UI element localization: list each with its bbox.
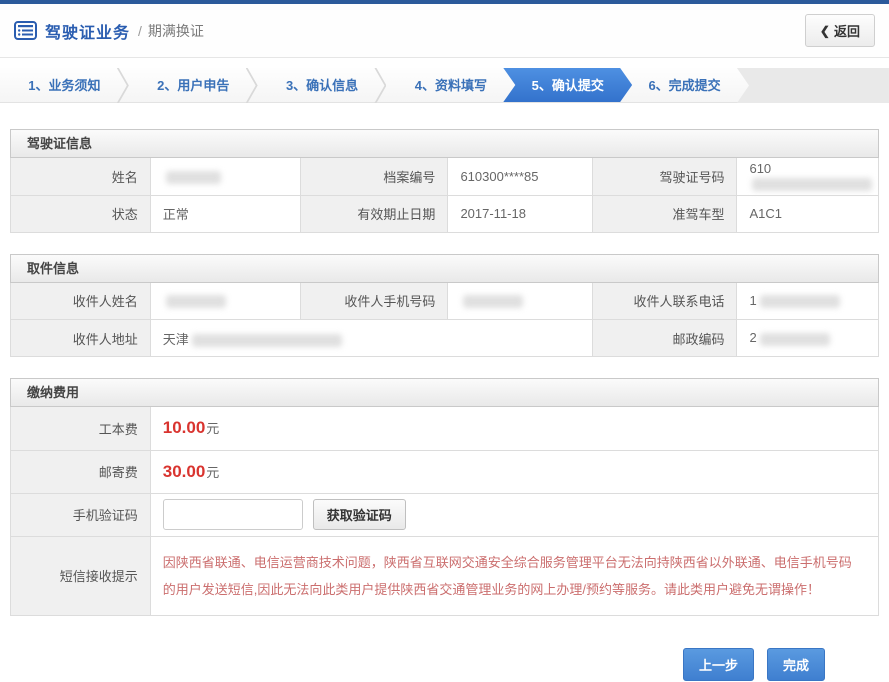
production-fee-unit: 元 xyxy=(206,421,219,436)
step-3-confirm-info[interactable]: 3、确认信息 xyxy=(258,68,387,102)
redacted-blur xyxy=(166,171,221,184)
step-bar-filler xyxy=(737,68,889,103)
mailing-fee-value: 30.00元 xyxy=(150,450,878,493)
sms-notice-cell: 因陕西省联通、电信运营商技术问题，陕西省互联网交通安全综合服务管理平台无法向持陕… xyxy=(150,536,878,615)
complete-button[interactable]: 完成 xyxy=(767,648,825,681)
fees-section-title: 缴纳费用 xyxy=(10,378,879,407)
table-row: 手机验证码 获取验证码 xyxy=(11,493,879,536)
postal-code-value: 2 xyxy=(737,320,879,357)
recipient-phone-label: 收件人联系电话 xyxy=(593,283,737,320)
table-row: 姓名 档案编号 610300****85 驾驶证号码 610 xyxy=(11,158,879,195)
redacted-blur xyxy=(463,295,523,308)
postal-code-label: 邮政编码 xyxy=(593,320,737,357)
license-section-title: 驾驶证信息 xyxy=(10,129,879,158)
sms-notice-text: 因陕西省联通、电信运营商技术问题，陕西省互联网交通安全综合服务管理平台无法向持陕… xyxy=(163,549,858,603)
name-label: 姓名 xyxy=(11,158,151,195)
sms-notice-label: 短信接收提示 xyxy=(11,536,151,615)
breadcrumb-current-label: 期满换证 xyxy=(148,23,204,39)
status-label: 状态 xyxy=(11,195,151,232)
previous-step-button[interactable]: 上一步 xyxy=(683,648,754,681)
recipient-name-label: 收件人姓名 xyxy=(11,283,151,320)
mailing-fee-unit: 元 xyxy=(206,465,219,480)
table-row: 邮寄费 30.00元 xyxy=(11,450,879,493)
step-4-fill-data[interactable]: 4、资料填写 xyxy=(386,68,515,102)
form-list-icon xyxy=(14,21,37,40)
step-6-complete-submit[interactable]: 6、完成提交 xyxy=(620,68,749,102)
fees-section: 缴纳费用 工本费 10.00元 邮寄费 30.00元 手机验证码 获取验证码 短… xyxy=(10,378,879,616)
pickup-section-title: 取件信息 xyxy=(10,254,879,283)
redacted-blur xyxy=(192,334,342,347)
license-info-section: 驾驶证信息 姓名 档案编号 610300****85 驾驶证号码 610 状态 … xyxy=(10,129,879,233)
production-fee-amount: 10.00 xyxy=(163,418,206,437)
recipient-mobile-label: 收件人手机号码 xyxy=(300,283,448,320)
page-header: 驾驶证业务 / 期满换证 ❮ 返回 xyxy=(0,4,889,58)
breadcrumb-separator: / xyxy=(138,23,142,39)
step-2-user-declaration[interactable]: 2、用户申告 xyxy=(129,68,258,102)
valid-until-label: 有效期止日期 xyxy=(300,195,448,232)
file-no-value: 610300****85 xyxy=(448,158,593,195)
captcha-cell: 获取验证码 xyxy=(150,493,878,536)
table-row: 收件人地址 天津 邮政编码 2 xyxy=(11,320,879,357)
redacted-blur xyxy=(760,295,840,308)
page-title: 驾驶证业务 xyxy=(45,19,130,43)
vehicle-class-label: 准驾车型 xyxy=(593,195,737,232)
recipient-name-value xyxy=(150,283,300,320)
license-no-label: 驾驶证号码 xyxy=(593,158,737,195)
footer-actions: 上一步 完成 xyxy=(0,648,825,681)
recipient-address-label: 收件人地址 xyxy=(11,320,151,357)
name-value xyxy=(150,158,300,195)
fees-table: 工本费 10.00元 邮寄费 30.00元 手机验证码 获取验证码 短信接收提示 xyxy=(10,407,879,616)
table-row: 状态 正常 有效期止日期 2017-11-18 准驾车型 A1C1 xyxy=(11,195,879,232)
chevron-left-icon: ❮ xyxy=(820,24,830,38)
vehicle-class-value: A1C1 xyxy=(737,195,879,232)
redacted-blur xyxy=(752,178,872,191)
pickup-info-section: 取件信息 收件人姓名 收件人手机号码 收件人联系电话 1 收件人地址 天津 邮政… xyxy=(10,254,879,358)
license-no-value: 610 xyxy=(737,158,879,195)
valid-until-value: 2017-11-18 xyxy=(448,195,593,232)
license-info-table: 姓名 档案编号 610300****85 驾驶证号码 610 状态 正常 有效期… xyxy=(10,158,879,233)
table-row: 短信接收提示 因陕西省联通、电信运营商技术问题，陕西省互联网交通安全综合服务管理… xyxy=(11,536,879,615)
step-5-confirm-submit-active[interactable]: 5、确认提交 xyxy=(503,68,632,102)
breadcrumb-current: / 期满换证 xyxy=(138,21,204,41)
file-no-label: 档案编号 xyxy=(300,158,448,195)
recipient-phone-value: 1 xyxy=(737,283,879,320)
table-row: 工本费 10.00元 xyxy=(11,407,879,450)
table-row: 收件人姓名 收件人手机号码 收件人联系电话 1 xyxy=(11,283,879,320)
back-button[interactable]: ❮ 返回 xyxy=(805,14,875,47)
mailing-fee-amount: 30.00 xyxy=(163,462,206,481)
production-fee-value: 10.00元 xyxy=(150,407,878,450)
get-captcha-button[interactable]: 获取验证码 xyxy=(313,499,406,530)
pickup-info-table: 收件人姓名 收件人手机号码 收件人联系电话 1 收件人地址 天津 邮政编码 2 xyxy=(10,283,879,358)
production-fee-label: 工本费 xyxy=(11,407,151,450)
breadcrumb: 驾驶证业务 / 期满换证 xyxy=(14,19,805,43)
redacted-blur xyxy=(166,295,226,308)
redacted-blur xyxy=(760,333,830,346)
recipient-mobile-value xyxy=(448,283,593,320)
status-value: 正常 xyxy=(150,195,300,232)
step-wizard: 1、业务须知 2、用户申告 3、确认信息 4、资料填写 5、确认提交 6、完成提… xyxy=(0,68,889,103)
recipient-address-value: 天津 xyxy=(150,320,593,357)
captcha-label: 手机验证码 xyxy=(11,493,151,536)
back-button-label: 返回 xyxy=(834,21,860,40)
mailing-fee-label: 邮寄费 xyxy=(11,450,151,493)
captcha-input[interactable] xyxy=(163,499,303,530)
step-1-business-notice[interactable]: 1、业务须知 xyxy=(0,68,129,102)
